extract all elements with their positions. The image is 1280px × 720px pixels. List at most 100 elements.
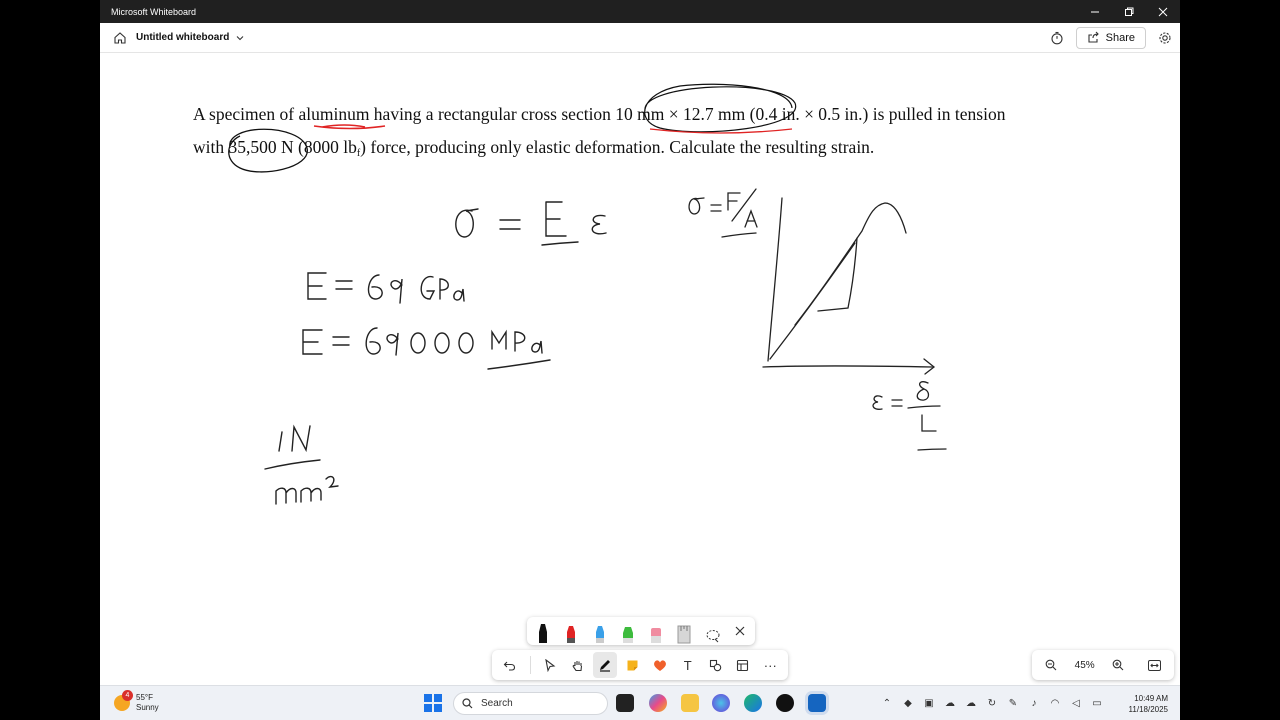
highlighter-green[interactable] — [618, 618, 638, 644]
sticky-note-tool[interactable] — [621, 652, 645, 678]
highlighter-green-icon — [622, 627, 633, 643]
taskbar-app-whiteboard[interactable] — [808, 694, 826, 712]
system-tray: ⌃ ◆ ▣ ☁ ☁ ↻ ✎ ♪ ◠ ◁ ▭ — [880, 686, 1104, 720]
weather-widget[interactable]: 4 55°F Sunny — [114, 690, 234, 713]
heart-icon — [654, 659, 667, 671]
restore-icon — [1125, 7, 1134, 16]
eraser-icon — [651, 628, 662, 643]
shapes-tool[interactable] — [704, 652, 728, 678]
share-button[interactable]: Share — [1075, 26, 1146, 49]
pen-tool[interactable] — [593, 652, 617, 678]
ink-ellipse-dimensions — [644, 83, 797, 133]
clock-date: 11/18/2025 — [1128, 705, 1168, 714]
close-icon — [735, 626, 745, 636]
taskbar-app-taskview[interactable] — [616, 694, 634, 712]
app-header: Untitled whiteboard Share — [100, 23, 1180, 53]
weather-desc: Sunny — [136, 703, 159, 712]
taskbar-app-store[interactable] — [712, 694, 730, 712]
start-button[interactable] — [424, 694, 442, 712]
taskbar-app-file-explorer[interactable] — [681, 694, 699, 712]
ink-layer — [228, 83, 947, 505]
create-toolbar: T ··· — [492, 650, 788, 680]
gear-icon — [1159, 31, 1171, 44]
ink-eq-modulus-gpa — [307, 272, 465, 304]
document-title[interactable]: Untitled whiteboard — [136, 32, 229, 43]
sync-icon[interactable]: ↻ — [985, 697, 999, 711]
share-icon — [1088, 31, 1099, 43]
title-bar: Microsoft Whiteboard — [100, 0, 1180, 23]
restore-button[interactable] — [1112, 0, 1146, 23]
pen-blue-icon — [595, 626, 604, 643]
window-title: Microsoft Whiteboard — [111, 6, 197, 17]
pen-blue[interactable] — [589, 618, 609, 644]
home-icon — [114, 31, 126, 44]
minimize-button[interactable] — [1078, 0, 1112, 23]
sun-icon: 4 — [114, 690, 133, 711]
undo-button[interactable] — [498, 652, 522, 678]
clock-time: 10:49 AM — [1134, 694, 1168, 703]
cloud-icon[interactable]: ☁ — [943, 697, 957, 711]
reaction-tool[interactable] — [648, 652, 672, 678]
eraser[interactable] — [646, 618, 666, 644]
taskbar-app-edge[interactable] — [744, 694, 762, 712]
taskbar-app-copilot[interactable] — [649, 694, 667, 712]
microphone-icon[interactable]: ♪ — [1027, 697, 1041, 711]
shapes-icon — [709, 659, 722, 671]
chevron-down-icon — [236, 35, 244, 40]
ink-unit-newton-per-mm2 — [264, 424, 339, 505]
whiteboard-canvas[interactable]: A specimen of aluminum having a rectangu… — [100, 53, 1180, 685]
more-button[interactable]: ··· — [759, 652, 783, 678]
zoom-bar: 45% — [1032, 650, 1174, 680]
zoom-out-icon — [1045, 659, 1057, 671]
select-tool[interactable] — [538, 652, 562, 678]
pen-menu-icon[interactable]: ✎ — [1006, 697, 1020, 711]
toolbar-separator — [529, 656, 531, 674]
zoom-level: 45% — [1074, 659, 1095, 671]
zoom-in-button[interactable] — [1105, 659, 1131, 671]
home-button[interactable] — [106, 31, 134, 45]
lasso-select[interactable] — [702, 618, 722, 644]
tray-app-icon[interactable]: ▣ — [922, 697, 936, 711]
lasso-icon — [706, 630, 720, 643]
ink-eq-modulus-mpa — [302, 327, 551, 370]
ink-eq-strain — [872, 381, 947, 451]
speaker-icon[interactable]: ◁ — [1069, 697, 1083, 711]
pen-black[interactable] — [533, 618, 553, 644]
text-tool[interactable]: T — [676, 652, 700, 678]
pen-tray-close[interactable] — [731, 623, 749, 639]
pen-red-icon — [567, 626, 576, 643]
ink-eq-stress-force-area — [688, 188, 758, 238]
close-button[interactable] — [1146, 0, 1180, 23]
chevron-up-icon[interactable]: ⌃ — [880, 697, 894, 711]
fit-to-screen-button[interactable] — [1142, 659, 1168, 671]
sticky-note-icon — [627, 660, 638, 670]
clock[interactable]: 10:49 AM 11/18/2025 — [1129, 693, 1168, 715]
taskbar-search[interactable]: Search — [453, 692, 608, 715]
title-dropdown[interactable] — [235, 33, 245, 43]
timer-button[interactable] — [1046, 31, 1068, 45]
pen-red[interactable] — [561, 618, 581, 644]
battery-icon[interactable]: ▭ — [1090, 697, 1104, 711]
wifi-icon[interactable]: ◠ — [1048, 697, 1062, 711]
template-icon — [737, 659, 749, 671]
pen-black-icon — [539, 624, 548, 643]
ink-ellipse-force — [228, 128, 308, 173]
undo-icon — [503, 661, 516, 671]
weather-badge: 4 — [122, 690, 133, 701]
ruler[interactable] — [674, 618, 694, 644]
close-icon — [1158, 7, 1168, 16]
pen-tray — [527, 617, 755, 645]
weather-temp: 55°F — [136, 693, 153, 702]
hand-tool[interactable] — [566, 652, 590, 678]
zoom-out-button[interactable] — [1038, 659, 1064, 671]
timer-icon — [1051, 31, 1063, 44]
settings-button[interactable] — [1154, 31, 1176, 45]
taskbar-app-chatgpt[interactable] — [776, 694, 794, 712]
dropbox-icon[interactable]: ◆ — [901, 697, 915, 711]
ruler-icon — [677, 625, 691, 644]
pen-icon — [600, 660, 611, 672]
onedrive-icon[interactable]: ☁ — [964, 697, 978, 711]
share-label: Share — [1105, 31, 1135, 44]
template-tool[interactable] — [731, 652, 755, 678]
hand-icon — [572, 660, 583, 671]
